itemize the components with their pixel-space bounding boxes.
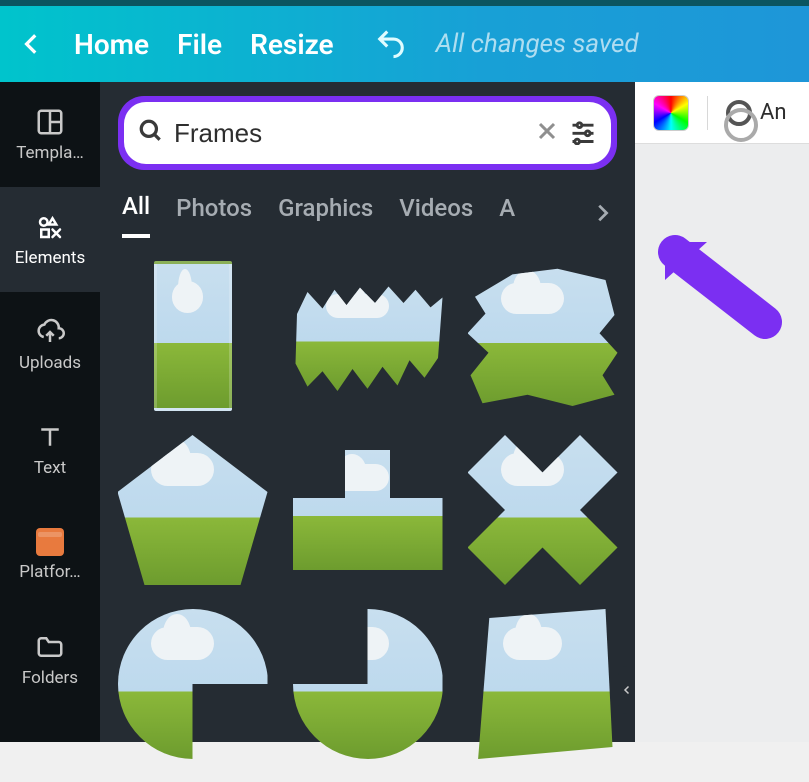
undo-icon[interactable]	[374, 27, 408, 61]
filter-icon[interactable]	[569, 117, 597, 149]
rail-elements[interactable]: Elements	[0, 187, 100, 292]
search-input[interactable]	[174, 118, 525, 149]
rail-templates-label: Templa…	[16, 143, 84, 163]
elements-panel: All Photos Graphics Videos A	[100, 82, 635, 742]
rail-folders[interactable]: Folders	[0, 607, 100, 712]
animate-button[interactable]: An	[726, 100, 787, 126]
panel-collapse-handle[interactable]	[618, 666, 636, 714]
annotation-arrow-icon	[655, 232, 795, 372]
tab-audio-partial[interactable]: A	[499, 194, 515, 236]
rail-templates[interactable]: Templa…	[0, 82, 100, 187]
text-icon	[35, 422, 65, 452]
filter-tabs: All Photos Graphics Videos A	[100, 170, 635, 238]
toolbar-divider	[707, 96, 708, 130]
menu-file[interactable]: File	[177, 28, 222, 61]
context-toolbar: An	[635, 82, 809, 144]
frame-item[interactable]	[287, 430, 448, 590]
frame-item[interactable]	[287, 256, 448, 416]
tab-photos[interactable]: Photos	[176, 194, 252, 236]
rail-text[interactable]: Text	[0, 397, 100, 502]
save-status: All changes saved	[436, 29, 639, 59]
tab-videos[interactable]: Videos	[399, 194, 473, 236]
frame-item[interactable]	[462, 430, 623, 590]
rail-platform-label: Platfor…	[19, 562, 80, 582]
rail-uploads-label: Uploads	[19, 353, 81, 373]
platform-icon	[36, 528, 64, 556]
tab-all[interactable]: All	[122, 192, 150, 238]
rail-text-label: Text	[34, 458, 66, 478]
rail-platform[interactable]: Platfor…	[0, 502, 100, 607]
color-picker-swatch[interactable]	[653, 95, 689, 131]
rail-elements-label: Elements	[15, 248, 85, 268]
tabs-scroll-right-icon[interactable]	[591, 202, 613, 228]
frame-item[interactable]	[287, 604, 448, 764]
elements-icon	[35, 212, 65, 242]
frame-item[interactable]	[112, 256, 273, 416]
rail-folders-label: Folders	[22, 668, 78, 688]
clear-icon[interactable]	[535, 119, 559, 147]
frame-item[interactable]	[462, 256, 623, 416]
top-menu-bar: Home File Resize All changes saved	[0, 0, 809, 82]
frame-item[interactable]	[112, 604, 273, 764]
rail-uploads[interactable]: Uploads	[0, 292, 100, 397]
search-bar	[124, 102, 611, 164]
side-rail: Templa… Elements Uploads Text Platfor… F…	[0, 82, 100, 742]
menu-resize[interactable]: Resize	[250, 28, 334, 61]
canvas-area[interactable]: An	[635, 82, 809, 742]
templates-icon	[35, 107, 65, 137]
search-highlight	[118, 96, 617, 170]
frame-item[interactable]	[462, 604, 623, 764]
uploads-icon	[35, 317, 65, 347]
menu-home[interactable]: Home	[74, 28, 149, 61]
animate-label: An	[760, 100, 787, 125]
frame-item[interactable]	[112, 430, 273, 590]
back-icon[interactable]	[18, 30, 46, 58]
animate-icon	[726, 100, 752, 126]
search-icon	[138, 118, 164, 148]
tab-graphics[interactable]: Graphics	[278, 194, 373, 236]
folders-icon	[35, 632, 65, 662]
frames-grid	[100, 238, 635, 782]
